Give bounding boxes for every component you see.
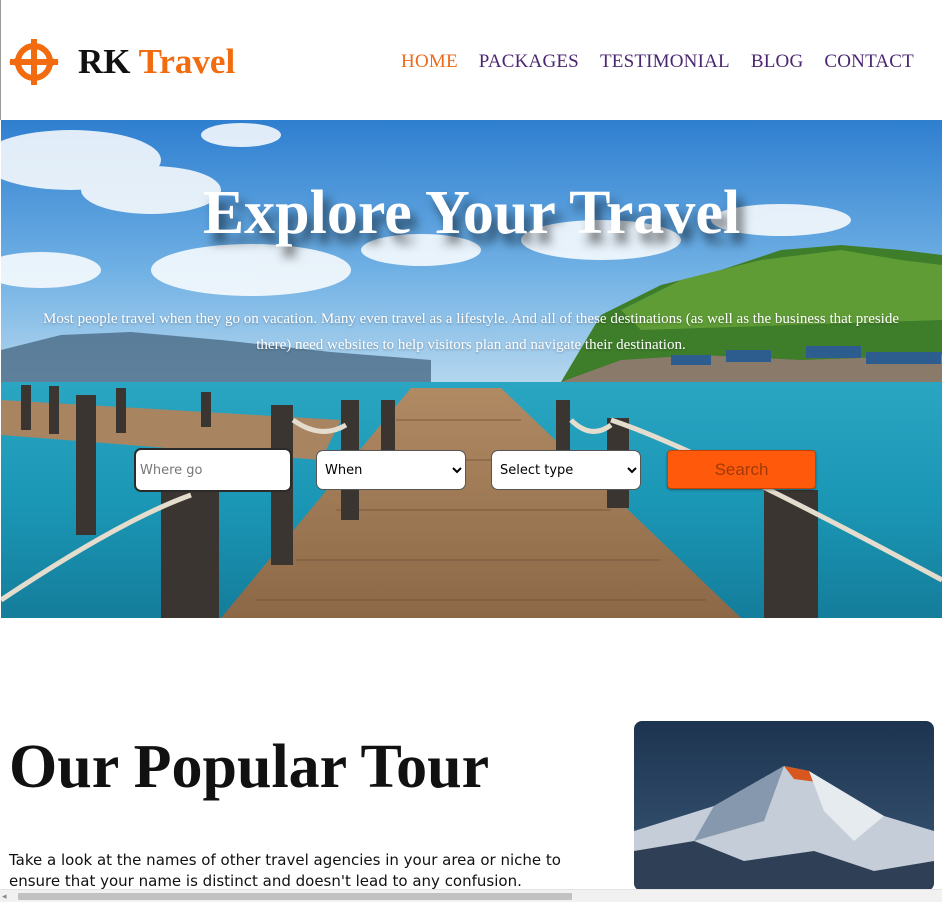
nav-contact[interactable]: CONTACT: [824, 51, 914, 73]
popular-tour-title: Our Popular Tour: [9, 733, 490, 801]
nav-blog[interactable]: BLOG: [751, 51, 804, 73]
popular-tour-description: Take a look at the names of other travel…: [9, 851, 561, 890]
when-select[interactable]: When: [316, 450, 466, 490]
nav-testimonial[interactable]: TESTIMONIAL: [600, 51, 730, 73]
search-button[interactable]: Search: [667, 450, 816, 489]
hero-description: Most people travel when they go on vacat…: [42, 311, 900, 353]
type-select[interactable]: Select type: [491, 450, 641, 490]
brand-name-dark: RK: [78, 42, 131, 81]
hero-section: Explore Your Travel Most people travel w…: [1, 120, 942, 618]
scrollbar-thumb[interactable]: [18, 893, 572, 900]
compass-cross-icon[interactable]: [9, 37, 59, 87]
main-nav: HOME PACKAGES TESTIMONIAL BLOG CONTACT: [401, 51, 914, 73]
horizontal-scrollbar[interactable]: ◂: [0, 889, 942, 902]
scroll-left-icon[interactable]: ◂: [2, 891, 12, 901]
search-form: When Select type Search: [1, 448, 942, 492]
site-header: RK Travel HOME PACKAGES TESTIMONIAL BLOG…: [0, 0, 942, 120]
nav-home[interactable]: HOME: [401, 51, 458, 73]
mountain-tour-image: [634, 721, 934, 891]
brand-name-accent: Travel: [138, 42, 236, 81]
where-input[interactable]: [134, 448, 292, 492]
hero-title: Explore Your Travel: [202, 179, 741, 247]
brand-logo[interactable]: RK Travel: [78, 40, 235, 84]
nav-packages[interactable]: PACKAGES: [479, 51, 579, 73]
